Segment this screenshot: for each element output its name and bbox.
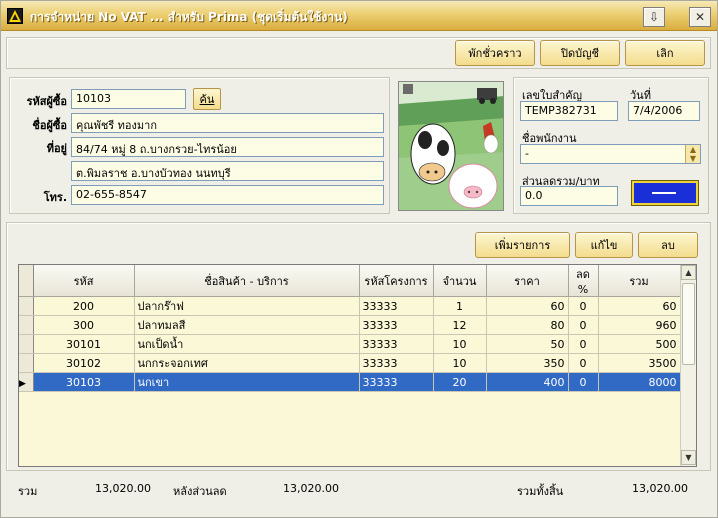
- close-button[interactable]: ✕: [689, 7, 711, 27]
- close-icon: ✕: [694, 10, 706, 24]
- cell-qty: 10: [433, 353, 487, 373]
- cell-discount: 0: [568, 353, 599, 373]
- dropdown-icon[interactable]: ▲ ▼: [685, 145, 700, 163]
- edit-item-button[interactable]: แก้ไข: [575, 232, 633, 258]
- header-price[interactable]: ราคา: [486, 265, 569, 297]
- header-code[interactable]: รหัส: [33, 265, 135, 297]
- cell-code: 30101: [33, 334, 135, 354]
- total-label: รวม: [18, 485, 38, 498]
- cell-qty: 12: [433, 315, 487, 335]
- customer-name-field[interactable]: คุณพัชรี ทองมาก: [71, 113, 384, 133]
- window-title: การจำหน่าย No VAT ... สำหรับ Prima (ชุดเ…: [30, 10, 348, 24]
- cell-product: นกเขา: [134, 372, 360, 392]
- grid-vertical-scrollbar[interactable]: ▲ ▼: [680, 265, 696, 466]
- cell-code: 200: [33, 296, 135, 316]
- title-bar[interactable]: การจำหน่าย No VAT ... สำหรับ Prima (ชุดเ…: [1, 1, 717, 31]
- customer-name-label: ชื่อผู้ซื้อ: [32, 119, 67, 132]
- address-label: ที่อยู่: [46, 142, 67, 155]
- cell-project: 33333: [359, 296, 434, 316]
- cell-price: 60: [486, 296, 569, 316]
- cell-total: 960: [598, 315, 681, 335]
- cell-project: 33333: [359, 315, 434, 335]
- cell-product: ปลากร๊าฟ: [134, 296, 360, 316]
- scroll-up-icon[interactable]: ▲: [681, 265, 696, 280]
- header-product[interactable]: ชื่อสินค้า - บริการ: [134, 265, 360, 297]
- delete-item-button[interactable]: ลบ: [638, 232, 698, 258]
- total-value: 13,020.00: [95, 482, 151, 495]
- row-indicator: [19, 334, 34, 354]
- items-table: รหัส ชื่อสินค้า - บริการ รหัสโครงการ จำน…: [19, 265, 681, 392]
- cell-product: นกกระจอกเทศ: [134, 353, 360, 373]
- after-discount-value: 13,020.00: [283, 482, 339, 495]
- cell-price: 80: [486, 315, 569, 335]
- cell-code: 300: [33, 315, 135, 335]
- table-row[interactable]: 200 ปลากร๊าฟ 33333 1 60 0 60: [19, 296, 681, 316]
- cell-discount: 0: [568, 334, 599, 354]
- cell-total: 3500: [598, 353, 681, 373]
- table-header-row: รหัส ชื่อสินค้า - บริการ รหัสโครงการ จำน…: [19, 265, 681, 297]
- row-indicator: [19, 315, 34, 335]
- cell-discount: 0: [568, 296, 599, 316]
- employee-select[interactable]: -: [520, 144, 701, 164]
- search-button[interactable]: ค้น: [193, 88, 221, 110]
- grand-total-value: 13,020.00: [632, 482, 688, 495]
- cell-code: 30103: [33, 372, 135, 392]
- app-icon: [7, 8, 23, 24]
- cell-project: 33333: [359, 334, 434, 354]
- scroll-down-icon[interactable]: ▼: [681, 450, 696, 465]
- cell-code: 30102: [33, 353, 135, 373]
- items-grid[interactable]: รหัส ชื่อสินค้า - บริการ รหัสโครงการ จำน…: [18, 264, 697, 467]
- cell-price: 50: [486, 334, 569, 354]
- row-indicator: [19, 296, 34, 316]
- cell-discount: 0: [568, 315, 599, 335]
- row-pointer-icon: ▶: [19, 372, 34, 392]
- customer-code-label: รหัสผู้ซื้อ: [26, 95, 67, 108]
- header-project[interactable]: รหัสโครงการ: [359, 265, 434, 297]
- cell-total: 500: [598, 334, 681, 354]
- color-swatch-button[interactable]: [632, 181, 698, 205]
- cell-qty: 1: [433, 296, 487, 316]
- cell-product: นกเป็ดน้ำ: [134, 334, 360, 354]
- header-indicator: [19, 265, 34, 297]
- cell-total: 8000: [598, 372, 681, 392]
- cell-price: 350: [486, 353, 569, 373]
- header-total[interactable]: รวม: [598, 265, 681, 297]
- cell-price: 400: [486, 372, 569, 392]
- header-discount[interactable]: ลด %: [568, 265, 599, 297]
- minimize-icon: ⇩: [648, 10, 660, 24]
- cell-qty: 10: [433, 334, 487, 354]
- close-bill-button[interactable]: ปิดบัญชี: [540, 40, 620, 66]
- add-item-button[interactable]: เพิ่มรายการ: [475, 232, 570, 258]
- phone-label: โทร.: [43, 191, 67, 204]
- hold-button[interactable]: พักชั่วคราว: [455, 40, 535, 66]
- phone-field[interactable]: 02-655-8547: [71, 185, 384, 205]
- address-line2-field[interactable]: ต.พิมลราช อ.บางบัวทอง นนทบุรี: [71, 161, 384, 181]
- customer-code-field[interactable]: 10103: [71, 89, 186, 109]
- grand-total-label: รวมทั้งสิ้น: [517, 485, 564, 498]
- table-row-selected[interactable]: ▶ 30103 นกเขา 33333 20 400 0 8000: [19, 372, 681, 392]
- table-row[interactable]: 300 ปลาทมลสี 33333 12 80 0 960: [19, 315, 681, 335]
- minimize-button[interactable]: ⇩: [643, 7, 665, 27]
- main-window: การจำหน่าย No VAT ... สำหรับ Prima (ชุดเ…: [0, 0, 718, 518]
- cell-discount: 0: [568, 372, 599, 392]
- table-row[interactable]: 30101 นกเป็ดน้ำ 33333 10 50 0 500: [19, 334, 681, 354]
- discount-field[interactable]: 0.0: [520, 186, 618, 206]
- date-field[interactable]: 7/4/2006: [628, 101, 700, 121]
- header-qty[interactable]: จำนวน: [433, 265, 487, 297]
- cell-total: 60: [598, 296, 681, 316]
- scroll-thumb[interactable]: [682, 283, 695, 365]
- cancel-button[interactable]: เลิก: [625, 40, 705, 66]
- row-indicator: [19, 353, 34, 373]
- after-discount-label: หลังส่วนลด: [173, 485, 227, 498]
- table-row[interactable]: 30102 นกกระจอกเทศ 33333 10 350 0 3500: [19, 353, 681, 373]
- farm-animals-picture: [398, 81, 504, 211]
- doc-no-field[interactable]: TEMP382731: [520, 101, 618, 121]
- address-line1-field[interactable]: 84/74 หมู่ 8 ถ.บางกรวย-ไทรน้อย: [71, 137, 384, 157]
- cell-product: ปลาทมลสี: [134, 315, 360, 335]
- cell-project: 33333: [359, 353, 434, 373]
- cell-qty: 20: [433, 372, 487, 392]
- cell-project: 33333: [359, 372, 434, 392]
